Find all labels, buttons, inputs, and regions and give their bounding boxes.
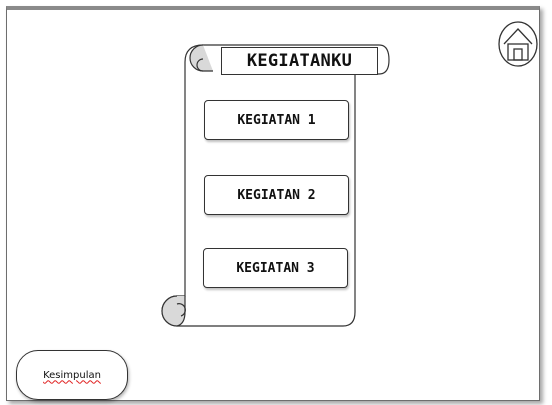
kegiatan-2-button[interactable]: KEGIATAN 2 [204,175,349,215]
kesimpulan-button[interactable]: Kesimpulan [16,350,128,400]
scroll-title: KEGIATANKU [221,47,378,75]
kesimpulan-label: Kesimpulan [43,369,101,381]
kegiatan-3-button[interactable]: KEGIATAN 3 [203,248,348,288]
home-icon[interactable] [497,20,539,68]
kegiatan-1-button[interactable]: KEGIATAN 1 [204,100,349,140]
